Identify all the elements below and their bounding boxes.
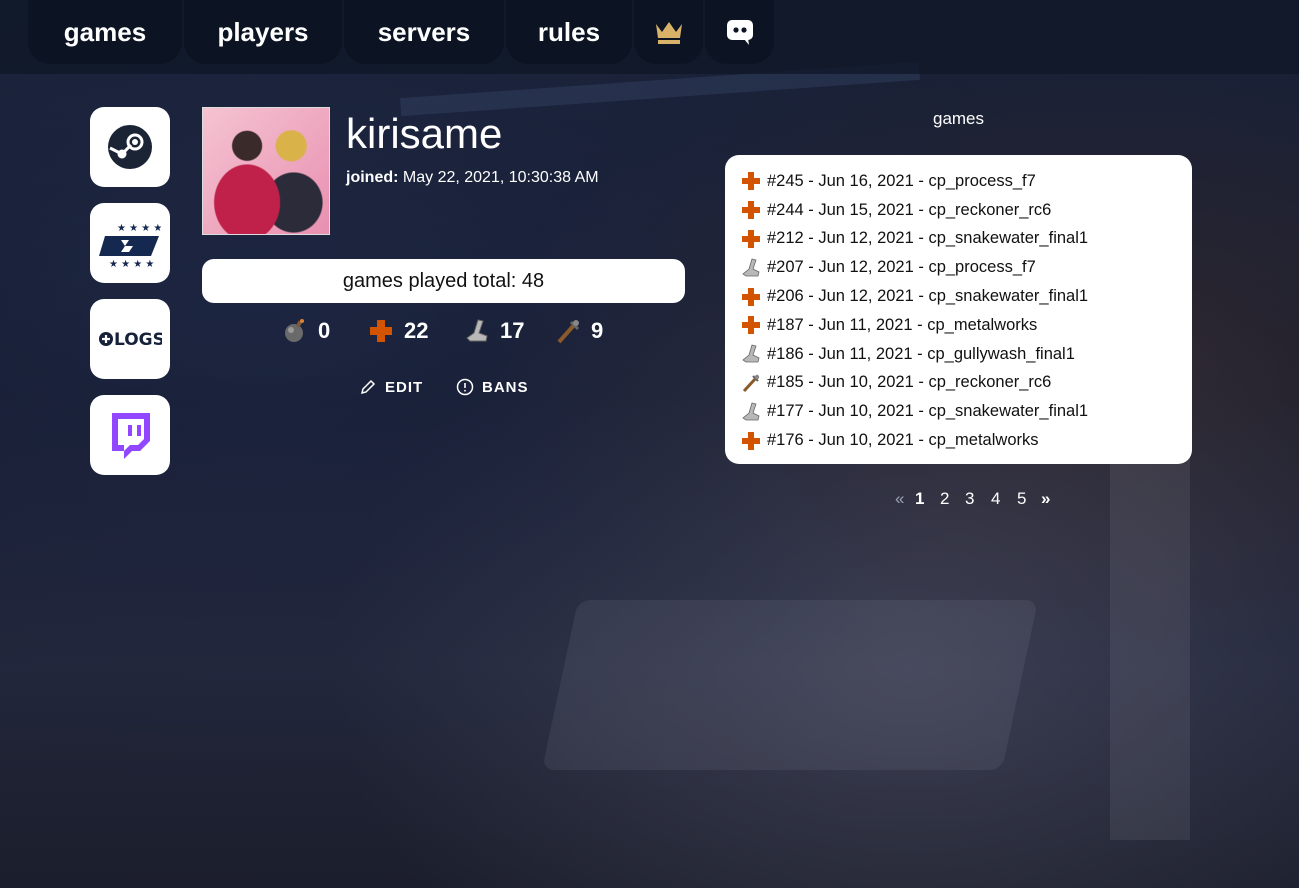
discord-button[interactable]	[705, 0, 774, 64]
background-shape	[1110, 420, 1190, 840]
game-row[interactable]: #186 - Jun 11, 2021 - cp_gullywash_final…	[741, 340, 1192, 369]
top-navbar: games players servers rules	[0, 0, 1299, 74]
stat-scout: 17	[464, 318, 524, 344]
pager-next[interactable]: »	[1041, 489, 1061, 509]
logs-profile-button[interactable]: LOGS	[90, 299, 170, 379]
sniper-icon	[741, 373, 761, 393]
nav-tab-games[interactable]: games	[28, 0, 182, 64]
game-row-text: #206 - Jun 12, 2021 - cp_snakewater_fina…	[767, 287, 1089, 306]
games-heading: games	[932, 109, 985, 128]
game-row-text: #212 - Jun 12, 2021 - cp_snakewater_fina…	[767, 229, 1089, 248]
twitch-profile-button[interactable]	[90, 395, 170, 475]
edit-label: EDIT	[385, 378, 424, 396]
medic-icon	[741, 200, 761, 220]
stat-sniper: 9	[555, 318, 603, 344]
stat-value: 0	[318, 318, 331, 343]
alert-circle-icon	[456, 378, 474, 396]
game-row[interactable]: #212 - Jun 12, 2021 - cp_snakewater_fina…	[741, 225, 1192, 254]
pager-page-5[interactable]: 5	[1017, 489, 1041, 509]
nav-tab-players[interactable]: players	[184, 0, 342, 64]
discord-icon	[726, 20, 753, 45]
bans-label: BANS	[482, 378, 529, 396]
background-shape	[541, 600, 1039, 770]
game-row[interactable]: #244 - Jun 15, 2021 - cp_reckoner_rc6	[741, 196, 1192, 225]
twitch-icon	[112, 413, 150, 459]
avatar	[202, 107, 330, 235]
pencil-icon	[360, 379, 376, 395]
scout-icon	[741, 344, 761, 364]
svg-text:LOGS: LOGS	[114, 330, 162, 350]
pager-page-3[interactable]: 3	[965, 489, 991, 509]
game-row-text: #245 - Jun 16, 2021 - cp_process_f7	[767, 171, 1036, 190]
game-row-text: #177 - Jun 10, 2021 - cp_snakewater_fina…	[767, 402, 1089, 421]
games-played-total: games played total: 48	[202, 259, 685, 303]
game-row[interactable]: #177 - Jun 10, 2021 - cp_snakewater_fina…	[741, 397, 1192, 426]
username: kirisame	[346, 110, 503, 157]
medic-icon	[741, 287, 761, 307]
demoman-icon	[285, 319, 304, 342]
game-row[interactable]: #187 - Jun 11, 2021 - cp_metalworks	[741, 311, 1192, 340]
games-list: #245 - Jun 16, 2021 - cp_process_f7 #244 …	[725, 155, 1192, 464]
game-row[interactable]: #245 - Jun 16, 2021 - cp_process_f7	[741, 167, 1192, 196]
stat-medic: 22	[368, 318, 428, 344]
joined-label: joined:	[346, 169, 399, 186]
game-row-text: #187 - Jun 11, 2021 - cp_metalworks	[767, 315, 1038, 334]
joined-date: joined: May 22, 2021, 10:30:38 AM	[346, 169, 599, 187]
game-row[interactable]: #185 - Jun 10, 2021 - cp_reckoner_rc6	[741, 369, 1192, 398]
medic-icon	[370, 320, 392, 342]
pager-prev[interactable]: «	[895, 489, 915, 509]
sniper-icon	[557, 320, 580, 344]
medic-icon	[741, 171, 761, 191]
game-row-text: #244 - Jun 15, 2021 - cp_reckoner_rc6	[767, 200, 1052, 219]
medic-icon	[741, 315, 761, 335]
nav-tab-servers[interactable]: servers	[344, 0, 504, 64]
nav-tab-rules[interactable]: rules	[506, 0, 632, 64]
logs-icon: LOGS	[99, 330, 162, 350]
medic-icon	[741, 431, 761, 451]
etf2l-profile-button[interactable]: ★ ★ ★ ★ ★ ★ ★ ★	[90, 203, 170, 283]
pagination: « 1 2 3 4 5 »	[895, 489, 1061, 509]
bans-button[interactable]: BANS	[456, 378, 529, 396]
stat-value: 22	[404, 318, 429, 343]
steam-icon	[108, 125, 152, 169]
pager-page-4[interactable]: 4	[991, 489, 1017, 509]
joined-value: May 22, 2021, 10:30:38 AM	[402, 169, 599, 186]
svg-text:★ ★ ★ ★: ★ ★ ★ ★	[117, 223, 161, 234]
scout-icon	[741, 258, 761, 278]
scout-icon	[466, 319, 488, 342]
game-row-text: #176 - Jun 10, 2021 - cp_metalworks	[767, 431, 1039, 450]
crown-button[interactable]	[634, 0, 703, 64]
game-row-text: #186 - Jun 11, 2021 - cp_gullywash_final…	[767, 344, 1075, 363]
scout-icon	[741, 402, 761, 422]
pager-page-1[interactable]: 1	[915, 489, 940, 509]
game-row[interactable]: #207 - Jun 12, 2021 - cp_process_f7	[741, 253, 1192, 282]
game-row[interactable]: #206 - Jun 12, 2021 - cp_snakewater_fina…	[741, 282, 1192, 311]
game-row-text: #185 - Jun 10, 2021 - cp_reckoner_rc6	[767, 373, 1052, 392]
stat-value: 17	[500, 318, 525, 343]
game-row[interactable]: #176 - Jun 10, 2021 - cp_metalworks	[741, 426, 1192, 455]
medic-icon	[741, 229, 761, 249]
game-row-text: #207 - Jun 12, 2021 - cp_process_f7	[767, 258, 1036, 277]
svg-text:★ ★ ★ ★: ★ ★ ★ ★	[109, 259, 154, 268]
edit-button[interactable]: EDIT	[359, 378, 423, 396]
stat-value: 9	[591, 318, 604, 343]
pager-page-2[interactable]: 2	[940, 489, 965, 509]
crown-icon	[655, 22, 682, 44]
etf2l-icon: ★ ★ ★ ★ ★ ★ ★ ★	[99, 223, 161, 268]
stat-demoman: 0	[282, 318, 330, 344]
steam-profile-button[interactable]	[90, 107, 170, 187]
